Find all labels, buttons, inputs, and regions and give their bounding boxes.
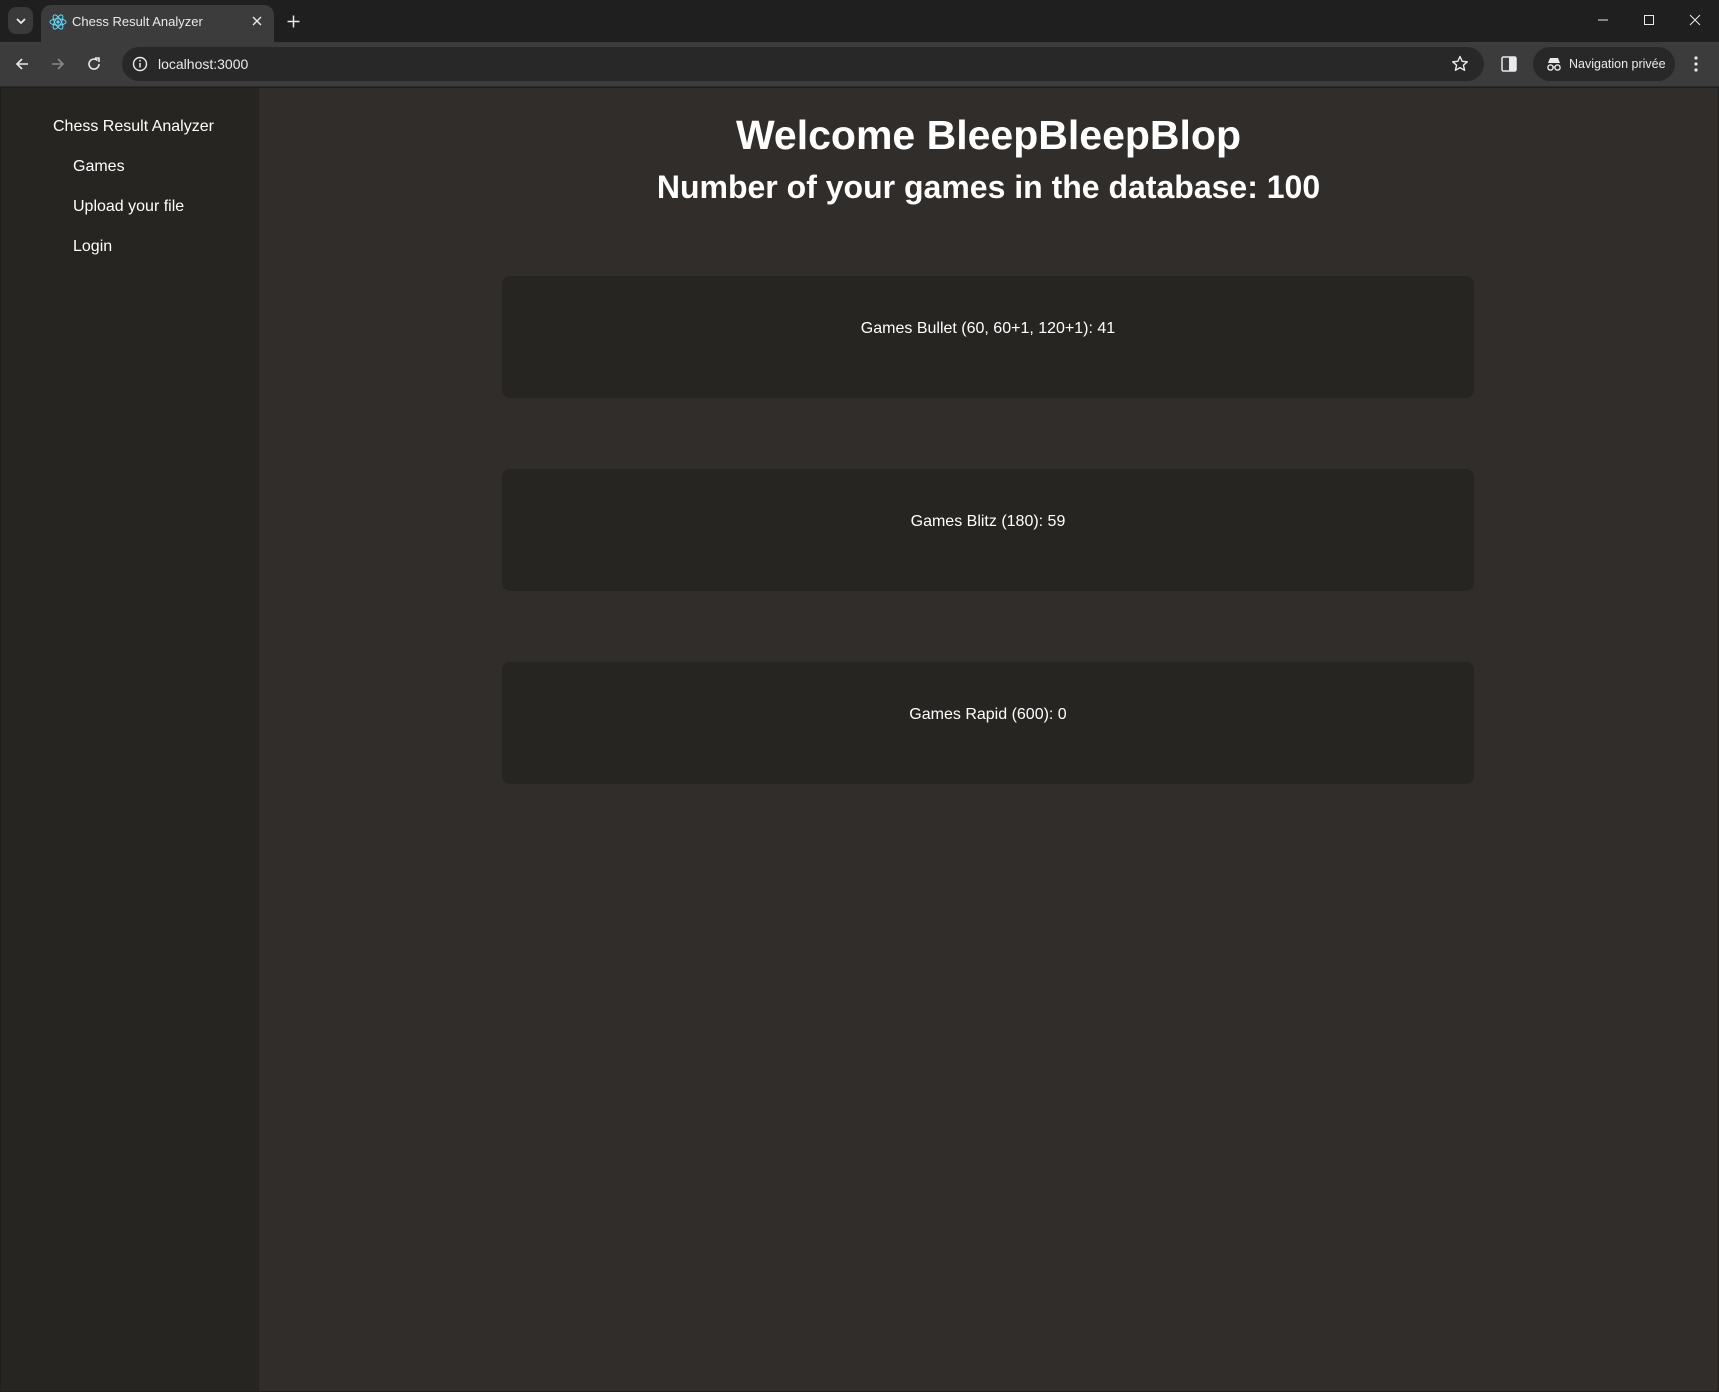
maximize-icon xyxy=(1644,15,1654,25)
maximize-button[interactable] xyxy=(1632,8,1666,32)
tab-close-button[interactable] xyxy=(248,12,266,30)
incognito-label: Navigation privée xyxy=(1569,57,1666,71)
page-title: Welcome BleepBleepBlop xyxy=(735,112,1242,158)
window-close-icon xyxy=(1689,14,1701,26)
forward-button[interactable] xyxy=(44,50,72,78)
stat-card-label: Games Rapid (600): 0 xyxy=(909,706,1067,723)
sidebar-brand[interactable]: Chess Result Analyzer xyxy=(53,118,214,136)
new-tab-button[interactable] xyxy=(282,10,304,32)
react-favicon-icon xyxy=(49,14,67,30)
info-icon[interactable] xyxy=(131,55,149,73)
kebab-menu-icon xyxy=(1694,56,1698,72)
stat-card-label: Games Bullet (60, 60+1, 120+1): 41 xyxy=(860,320,1116,337)
window-close-button[interactable] xyxy=(1678,8,1712,32)
back-button[interactable] xyxy=(8,50,36,78)
incognito-icon xyxy=(1547,58,1561,71)
side-panel-icon[interactable] xyxy=(1498,53,1520,75)
tab-search-icon xyxy=(15,17,26,24)
browser-toolbar: localhost:3000 Navigation privée xyxy=(0,42,1719,87)
page-viewport: Chess Result Analyzer Games Upload your … xyxy=(1,88,1718,1391)
stat-card-blitz: Games Blitz (180): 59 xyxy=(502,469,1474,591)
main-content: Welcome BleepBleepBlop Number of your ga… xyxy=(259,88,1718,1391)
browser-titlebar: Chess Result Analyzer xyxy=(0,0,1719,42)
address-bar[interactable]: localhost:3000 xyxy=(122,47,1484,81)
minimize-icon xyxy=(1598,19,1608,21)
stat-card-rapid: Games Rapid (600): 0 xyxy=(502,662,1474,784)
game-count-heading: Number of your games in the database: 10… xyxy=(656,169,1321,205)
sidebar-item-login[interactable]: Login xyxy=(73,238,112,256)
minimize-button[interactable] xyxy=(1586,8,1620,32)
url-text[interactable]: localhost:3000 xyxy=(158,56,248,72)
browser-menu-button[interactable] xyxy=(1688,53,1704,75)
reload-button[interactable] xyxy=(80,50,108,78)
tab-title: Chess Result Analyzer xyxy=(72,14,203,29)
plus-icon xyxy=(287,15,299,27)
browser-tab-active[interactable]: Chess Result Analyzer xyxy=(41,5,274,42)
forward-arrow-icon xyxy=(52,58,65,70)
close-icon xyxy=(252,16,262,26)
sidebar-item-upload[interactable]: Upload your file xyxy=(73,198,184,216)
sidebar: Chess Result Analyzer Games Upload your … xyxy=(1,88,259,1391)
star-icon[interactable] xyxy=(1450,54,1470,74)
stat-card-bullet: Games Bullet (60, 60+1, 120+1): 41 xyxy=(502,276,1474,398)
sidebar-item-games[interactable]: Games xyxy=(73,158,125,176)
incognito-indicator[interactable]: Navigation privée xyxy=(1533,47,1675,81)
stat-card-label: Games Blitz (180): 59 xyxy=(910,513,1066,530)
tab-search-button[interactable] xyxy=(8,7,33,34)
back-arrow-icon xyxy=(15,58,28,70)
reload-icon xyxy=(88,57,100,70)
